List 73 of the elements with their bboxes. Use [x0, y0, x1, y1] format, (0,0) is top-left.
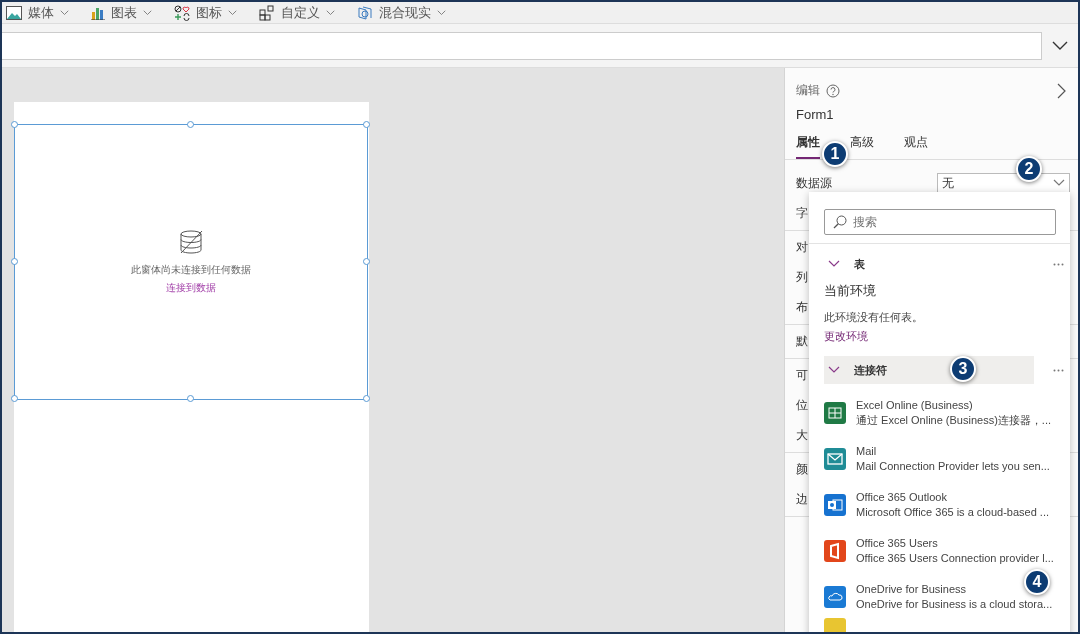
resize-handle[interactable]: [11, 258, 18, 265]
resize-handle[interactable]: [187, 395, 194, 402]
toolbar-menu[interactable]: 自定义: [259, 3, 335, 22]
change-environment-link[interactable]: 更改环境: [824, 330, 868, 342]
spreadsheet-icon: [824, 402, 846, 424]
resize-handle[interactable]: [187, 121, 194, 128]
more-icon[interactable]: [1053, 369, 1064, 372]
connect-data-link[interactable]: 连接到数据: [166, 281, 216, 295]
connector-name[interactable]: OneDrive for Business: [856, 583, 967, 595]
toolbar-menu[interactable]: 图表: [91, 3, 152, 22]
connector-description: OneDrive for Business is a cloud stora...: [856, 598, 1053, 610]
chevron-down-icon: [437, 8, 446, 17]
property-label: 边: [796, 491, 808, 508]
connector-name[interactable]: Office 365 Outlook: [856, 491, 947, 503]
property-label: 列: [796, 269, 808, 286]
property-label: 布: [796, 299, 808, 316]
mail-app-icon: [824, 494, 846, 516]
formula-field[interactable]: [2, 31, 1042, 60]
property-label: 颜: [796, 461, 808, 478]
property-label: 对: [796, 239, 808, 256]
database-off-icon: [178, 229, 204, 255]
chevron-down-icon: [326, 8, 335, 17]
bar-chart-icon: [91, 5, 105, 20]
resize-handle[interactable]: [363, 258, 370, 265]
search-field[interactable]: 搜索: [824, 209, 1056, 235]
empty-message: 此环境没有任何表。: [823, 310, 924, 325]
help-icon[interactable]: [826, 83, 840, 98]
resize-handle[interactable]: [363, 121, 370, 128]
toolbar-menu[interactable]: 混合现实: [357, 3, 446, 22]
cube-icon: [357, 4, 373, 21]
office-icon: [824, 540, 846, 562]
panel-tab[interactable]: 观点: [904, 134, 928, 159]
data-source-dropdown[interactable]: 无: [937, 173, 1070, 193]
connector-name[interactable]: Office 365 Users: [856, 537, 938, 549]
property-label: 字: [796, 205, 808, 222]
chevron-down-icon: [1053, 179, 1065, 187]
chevron-down-icon: [828, 260, 840, 268]
chevron-down-icon: [143, 8, 152, 17]
envelope-icon: [824, 448, 846, 470]
property-label: 数据源: [796, 174, 833, 192]
connector-name[interactable]: Mail: [856, 445, 877, 457]
connector-description: Mail Connection Provider lets you sen...: [856, 460, 1050, 472]
property-label: 位: [796, 397, 808, 414]
chevron-down-icon: [228, 8, 237, 17]
chevron-down-icon: [60, 8, 69, 17]
more-icon[interactable]: [1053, 263, 1064, 266]
panel-heading: 编辑: [796, 82, 820, 99]
connector-description: 通过 Excel Online (Business)连接器，...: [856, 414, 1051, 426]
panel-tab[interactable]: 高级: [850, 134, 874, 159]
symbols-icon: [174, 4, 190, 21]
resize-handle[interactable]: [11, 395, 18, 402]
section-header[interactable]: 表: [824, 250, 1034, 278]
property-label: 默: [796, 333, 808, 350]
resize-handle[interactable]: [11, 121, 18, 128]
toolbar-menu[interactable]: 媒体: [6, 3, 69, 22]
cloud-icon: [824, 586, 846, 608]
toolbar-menu[interactable]: 图标: [174, 3, 237, 22]
resize-handle[interactable]: [363, 395, 370, 402]
empty-message: 此窗体尚未连接到任何数据: [131, 263, 251, 277]
chevron-down-icon[interactable]: [1052, 40, 1068, 51]
property-label: 可: [796, 367, 808, 384]
connector-description: Office 365 Users Connection provider l...: [856, 552, 1054, 564]
environment-title: 当前环境: [823, 282, 877, 300]
connector-description: Microsoft Office 365 is a cloud-based ...: [856, 506, 1049, 518]
panel-tab[interactable]: 属性: [796, 134, 820, 159]
property-label: 大: [796, 427, 808, 444]
chevron-down-icon: [828, 366, 840, 374]
chevron-right-icon[interactable]: [1057, 82, 1066, 99]
form-control[interactable]: 此窗体尚未连接到任何数据 连接到数据: [14, 124, 368, 400]
components-icon: [259, 4, 275, 21]
connector-name[interactable]: Excel Online (Business): [856, 399, 973, 411]
control-name: Form1: [795, 106, 835, 122]
image-icon: [6, 5, 22, 20]
